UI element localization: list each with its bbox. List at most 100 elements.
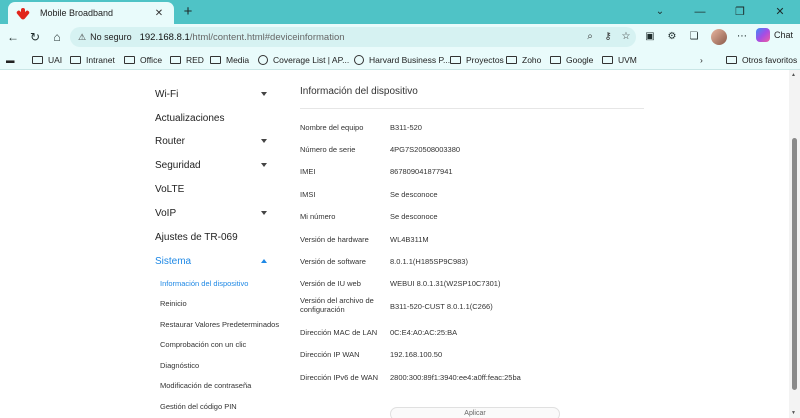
info-value: 8.0.1.1(H185SP9C983) (390, 257, 468, 266)
copilot-chat-button[interactable]: Chat (756, 28, 793, 42)
info-label: Dirección IPv6 de WAN (300, 373, 379, 382)
info-label: IMSI (300, 190, 316, 199)
minimize-button[interactable]: — (680, 0, 720, 24)
info-value: 2800:300:89f1:3940:ee4:a0ff:feac:25ba (390, 373, 521, 382)
tab-search-icon[interactable]: ⌄ (651, 3, 669, 21)
bookmark-item[interactable]: Proyectos (450, 53, 504, 67)
more-menu-icon[interactable]: ⋯ (734, 29, 750, 45)
bookmarks-menu-icon[interactable]: ▬ (6, 53, 15, 67)
subitem-diagnostics[interactable]: Diagnóstico (160, 361, 199, 370)
sidebar-item-seguridad[interactable]: Seguridad (155, 157, 267, 173)
info-label: Versión de IU web (300, 279, 361, 288)
folder-icon (726, 56, 737, 64)
folder-icon (450, 56, 461, 64)
bookmark-item[interactable]: Harvard Business P... (354, 53, 450, 67)
home-icon[interactable]: ⌂ (48, 28, 66, 46)
bookmark-item[interactable]: UVM (602, 53, 637, 67)
extension-icon[interactable]: ▣ (642, 29, 658, 45)
bookmark-item[interactable]: Zoho (506, 53, 541, 67)
globe-icon (354, 55, 364, 65)
info-label: Dirección MAC de LAN (300, 328, 378, 337)
folder-icon (602, 56, 613, 64)
subitem-pin-management[interactable]: Gestión del código PIN (160, 402, 237, 411)
bookmark-item[interactable]: Intranet (70, 53, 115, 67)
scroll-down-icon[interactable]: ▼ (791, 410, 796, 416)
folder-icon (70, 56, 81, 64)
folder-icon (550, 56, 561, 64)
sidebar-item-router[interactable]: Router (155, 133, 267, 149)
info-value: 867809041877941 (390, 167, 453, 176)
subitem-reboot[interactable]: Reinicio (160, 299, 187, 308)
url-host: 192.168.8.1 (139, 31, 190, 43)
sidebar-item-wifi[interactable]: Wi-Fi (155, 86, 267, 102)
navigation-bar: ← ↻ ⌂ ⚠ No seguro 192.168.8.1/html/conte… (0, 24, 800, 50)
close-window-button[interactable]: ✕ (760, 0, 800, 24)
sidebar-item-volte[interactable]: VoLTE (155, 181, 267, 197)
info-label: Nombre del equipo (300, 123, 364, 132)
apply-button[interactable]: Aplicar (390, 407, 560, 418)
info-label: IMEI (300, 167, 316, 176)
password-key-icon[interactable]: ⚷ (600, 29, 616, 45)
warning-icon[interactable]: ⚠ (78, 32, 86, 43)
folder-icon (124, 56, 135, 64)
subitem-device-info[interactable]: Información del dispositivo (160, 279, 248, 288)
chevron-up-icon (261, 259, 267, 263)
info-value: Se desconoce (390, 212, 438, 221)
globe-icon (258, 55, 268, 65)
bookmark-item[interactable]: Google (550, 53, 593, 67)
subitem-one-click-check[interactable]: Comprobación con un clic (160, 340, 246, 349)
info-value: 4PG7S20508003380 (390, 145, 461, 154)
extensions-puzzle-icon[interactable]: ⚙ (664, 29, 680, 45)
security-label[interactable]: No seguro (90, 32, 132, 42)
info-value: WEBUI 8.0.1.31(W2SP10C7301) (390, 279, 501, 288)
info-value: 0C:E4:A0:AC:25:BA (390, 328, 458, 337)
info-value: WL4B311M (390, 235, 429, 244)
scrollbar-thumb[interactable] (792, 138, 797, 390)
tab-title: Mobile Broadband (40, 8, 114, 18)
sidebar-item-sistema[interactable]: Sistema (155, 253, 267, 269)
info-label: Mi número (300, 212, 336, 221)
bookmark-item[interactable]: UAI (32, 53, 62, 67)
chevron-down-icon (261, 139, 267, 143)
sidebar-item-actualizaciones[interactable]: Actualizaciones (155, 110, 267, 126)
bookmark-item[interactable]: Coverage List | AP... (258, 53, 349, 67)
folder-icon (210, 56, 221, 64)
url-path: /html/content.html#deviceinformation (189, 31, 345, 43)
sidebar-item-tr069[interactable]: Ajustes de TR-069 (155, 229, 267, 245)
subitem-restore-defaults[interactable]: Restaurar Valores Predeterminados (160, 320, 279, 329)
folder-icon (32, 56, 43, 64)
bookmark-item[interactable]: RED (170, 53, 204, 67)
favorite-star-icon[interactable]: ☆ (618, 29, 634, 45)
sidebar-item-voip[interactable]: VoIP (155, 205, 267, 221)
page-scrollbar[interactable]: ▲ ▼ (789, 70, 800, 418)
folder-icon (506, 56, 517, 64)
tab-close-icon[interactable]: ✕ (152, 8, 166, 19)
chevron-down-icon (261, 211, 267, 215)
info-value: Se desconoce (390, 190, 438, 199)
bookmarks-overflow-icon[interactable]: › (700, 53, 703, 67)
info-label: Dirección IP WAN (300, 350, 360, 359)
profile-avatar[interactable] (711, 29, 727, 45)
info-label: Versión de hardware (300, 235, 369, 244)
chevron-down-icon (261, 92, 267, 96)
other-bookmarks[interactable]: Otros favoritos (726, 53, 797, 67)
info-value: 192.168.100.50 (390, 350, 443, 359)
huawei-logo-icon (15, 7, 31, 20)
zoom-icon[interactable]: ⌕ (582, 29, 598, 45)
maximize-button[interactable]: ❐ (720, 0, 760, 24)
info-label: Versión de software (300, 257, 366, 266)
collections-icon[interactable]: ❏ (686, 29, 702, 45)
scroll-up-icon[interactable]: ▲ (791, 72, 796, 78)
address-bar[interactable]: ⚠ No seguro 192.168.8.1/html/content.htm… (70, 27, 636, 47)
bookmark-item[interactable]: Media (210, 53, 249, 67)
new-tab-button[interactable]: + (178, 3, 198, 21)
info-label: Número de serie (300, 145, 356, 154)
bookmark-item[interactable]: Office (124, 53, 162, 67)
bookmarks-bar: ▬ UAI Intranet Office RED Media Coverage… (0, 50, 800, 70)
title-bar: Mobile Broadband ✕ + ⌄ — ❐ ✕ (0, 0, 800, 24)
subitem-change-password[interactable]: Modificación de contraseña (160, 381, 251, 390)
reload-icon[interactable]: ↻ (26, 28, 44, 46)
browser-tab[interactable]: Mobile Broadband ✕ (8, 2, 174, 24)
info-label: Versión del archivo de configuración (300, 296, 374, 314)
back-icon[interactable]: ← (4, 28, 22, 46)
